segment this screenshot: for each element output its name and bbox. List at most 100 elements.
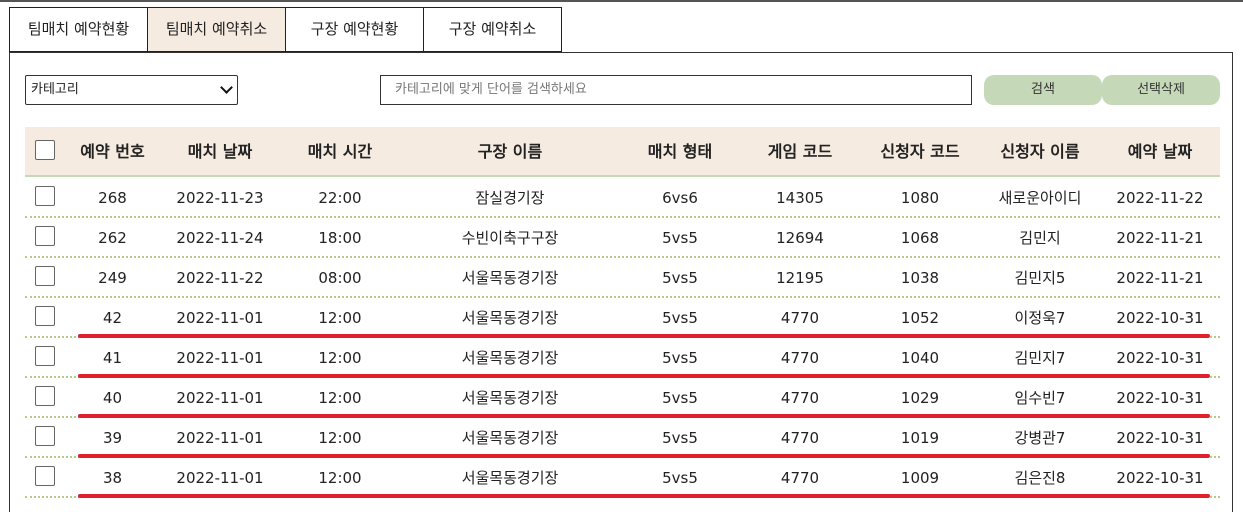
cell-reservation-date: 2022-11-22 (1116, 189, 1204, 207)
cell-applicant-name: 새로운아이디 (998, 189, 1082, 207)
red-underline-annotation (78, 334, 1210, 338)
header-applicant-code: 신청자 코드 (880, 142, 960, 161)
cell-reservation-date: 2022-10-31 (1116, 389, 1204, 407)
cell-applicant-name: 임수빈7 (1014, 389, 1066, 407)
cell-applicant-code: 1040 (900, 349, 940, 367)
cell-match-date: 2022-11-01 (176, 309, 264, 327)
cell-match-type: 5vs5 (662, 349, 698, 367)
cell-field-name: 서울목동경기장 (461, 309, 559, 327)
cell-game-code: 4770 (780, 429, 820, 447)
cell-game-code: 4770 (780, 389, 820, 407)
table-row: 41 2022-11-01 12:00 서울목동경기장 5vs5 4770 1040 김민지7… (25, 338, 1220, 378)
cell-reservation-date: 2022-10-31 (1116, 429, 1204, 447)
row-checkbox[interactable] (35, 306, 55, 326)
cell-match-time: 12:00 (318, 389, 362, 407)
header-applicant-name: 신청자 이름 (1000, 142, 1080, 161)
cell-applicant-name: 김민지 (1019, 229, 1061, 247)
cell-field-name: 잠실경기장 (475, 189, 545, 207)
cell-applicant-code: 1052 (900, 309, 940, 327)
table-row: 38 2022-11-01 12:00 서울목동경기장 5vs5 4770 1009 김은진8… (25, 458, 1220, 498)
cell-match-type: 5vs5 (662, 309, 698, 327)
category-select[interactable]: 카테고리 (25, 75, 238, 105)
cell-reservation-no: 40 (102, 389, 123, 407)
cell-applicant-code: 1038 (900, 269, 940, 287)
row-checkbox[interactable] (35, 186, 55, 206)
cell-match-date: 2022-11-24 (176, 229, 264, 247)
cell-game-code: 4770 (780, 349, 820, 367)
cell-reservation-no: 249 (98, 269, 127, 287)
row-checkbox[interactable] (35, 466, 55, 486)
cell-reservation-no: 268 (98, 189, 127, 207)
row-checkbox[interactable] (35, 226, 55, 246)
search-input[interactable]: 카테고리에 맞게 단어를 검색하세요 (380, 75, 972, 105)
table-header: 예약 번호 매치 날짜 매치 시간 구장 이름 매치 형태 게임 코드 신청자 … (25, 127, 1220, 177)
cell-field-name: 수빈이축구구장 (461, 229, 559, 247)
cell-game-code: 12195 (776, 269, 824, 287)
cell-reservation-date: 2022-10-31 (1116, 349, 1204, 367)
table-row: 249 2022-11-22 08:00 서울목동경기장 5vs5 12195 1038 김민… (25, 258, 1220, 298)
header-game-code: 게임 코드 (767, 142, 833, 161)
tab-field-status[interactable]: 구장 예약현황 (285, 7, 423, 52)
table-row: 262 2022-11-24 18:00 수빈이축구구장 5vs5 12694 1068 김민… (25, 218, 1220, 258)
cell-applicant-name: 강병관7 (1014, 429, 1066, 447)
tab-teammatch-status[interactable]: 팀매치 예약현황 (9, 7, 147, 52)
cell-match-type: 5vs5 (662, 229, 698, 247)
table-row: 268 2022-11-23 22:00 잠실경기장 6vs6 14305 1080 새로운아… (25, 178, 1220, 218)
cell-applicant-code: 1009 (900, 469, 940, 487)
cell-match-time: 12:00 (318, 469, 362, 487)
cell-reservation-no: 41 (102, 349, 123, 367)
top-divider (0, 0, 1243, 2)
red-underline-annotation (78, 374, 1210, 378)
category-select-value: 카테고리 (31, 82, 79, 97)
cell-match-type: 5vs5 (662, 469, 698, 487)
select-all-checkbox[interactable] (35, 140, 55, 160)
table-row: 40 2022-11-01 12:00 서울목동경기장 5vs5 4770 1029 임수빈7… (25, 378, 1220, 418)
header-reservation-no: 예약 번호 (80, 142, 145, 161)
cell-reservation-no: 39 (102, 429, 123, 447)
header-match-type: 매치 형태 (647, 142, 713, 161)
cell-match-time: 12:00 (318, 309, 362, 327)
cell-match-type: 5vs5 (662, 269, 698, 287)
row-checkbox[interactable] (35, 386, 55, 406)
red-underline-annotation (78, 414, 1210, 418)
cell-field-name: 서울목동경기장 (461, 429, 559, 447)
cell-applicant-name: 김은진8 (1014, 469, 1066, 487)
cell-applicant-name: 김민지5 (1014, 269, 1066, 287)
cell-match-time: 12:00 (318, 429, 362, 447)
cell-applicant-code: 1068 (900, 229, 940, 247)
cell-reservation-no: 42 (102, 309, 123, 327)
cell-match-date: 2022-11-01 (176, 429, 264, 447)
tab-field-cancel[interactable]: 구장 예약취소 (423, 7, 562, 52)
cell-match-date: 2022-11-22 (176, 269, 264, 287)
tab-teammatch-cancel[interactable]: 팀매치 예약취소 (147, 7, 285, 52)
delete-selected-button[interactable]: 선택삭제 (1102, 75, 1220, 105)
cell-field-name: 서울목동경기장 (461, 349, 559, 367)
cell-reservation-no: 38 (102, 469, 123, 487)
row-checkbox[interactable] (35, 346, 55, 366)
cell-match-time: 08:00 (318, 269, 362, 287)
cell-match-type: 5vs5 (662, 429, 698, 447)
cell-game-code: 12694 (776, 229, 824, 247)
header-match-time: 매치 시간 (307, 142, 373, 161)
cell-applicant-code: 1080 (900, 189, 940, 207)
cell-match-time: 22:00 (318, 189, 362, 207)
red-underline-annotation (78, 494, 1210, 498)
cell-match-time: 12:00 (318, 349, 362, 367)
header-reservation-date: 예약 날짜 (1127, 142, 1193, 161)
search-button[interactable]: 검색 (984, 75, 1102, 105)
row-checkbox[interactable] (35, 266, 55, 286)
header-match-date: 매치 날짜 (187, 142, 253, 161)
cell-applicant-name: 이정욱7 (1014, 309, 1066, 327)
cell-field-name: 서울목동경기장 (461, 269, 559, 287)
cell-reservation-date: 2022-10-31 (1116, 309, 1204, 327)
tab-bar: 팀매치 예약현황 팀매치 예약취소 구장 예약현황 구장 예약취소 (9, 7, 562, 52)
cell-game-code: 4770 (780, 309, 820, 327)
table-row: 42 2022-11-01 12:00 서울목동경기장 5vs5 4770 1052 이정욱7… (25, 298, 1220, 338)
row-checkbox[interactable] (35, 426, 55, 446)
cell-match-type: 5vs5 (662, 389, 698, 407)
cell-reservation-date: 2022-10-31 (1116, 469, 1204, 487)
cell-game-code: 14305 (776, 189, 824, 207)
cell-applicant-code: 1019 (900, 429, 940, 447)
cell-reservation-date: 2022-11-21 (1116, 229, 1204, 247)
header-field-name: 구장 이름 (477, 142, 543, 161)
